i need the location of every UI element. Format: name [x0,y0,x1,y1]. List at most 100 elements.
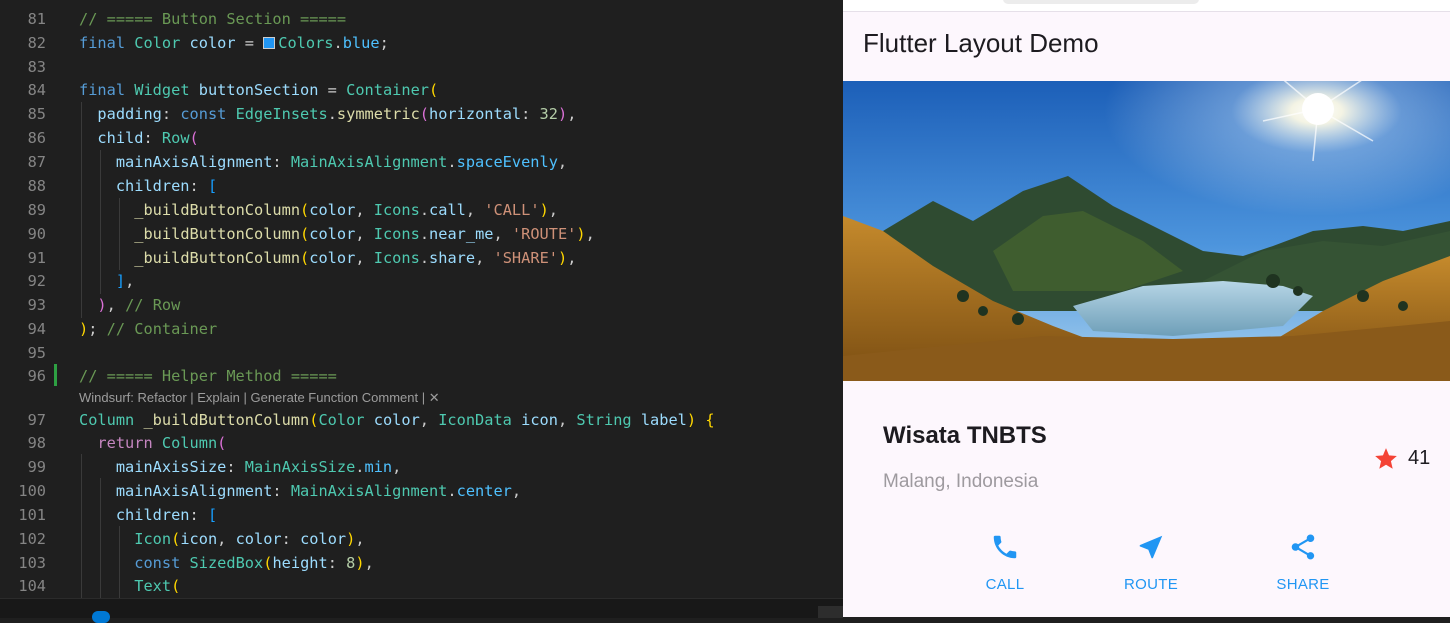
code-token: . [333,34,343,52]
code-line[interactable]: 94); // Container [0,317,843,341]
bottom-panel-tabs[interactable] [0,598,843,623]
code-token: ) [539,201,549,219]
code-token: , [493,225,512,243]
code-line[interactable]: 96 // ===== Helper Method ===== [0,364,843,388]
code-line[interactable]: 95 [0,341,843,365]
code-line[interactable]: 86 child: Row( [0,126,843,150]
code-token: const [134,554,190,572]
code-token: child [97,129,144,147]
line-number: 93 [27,296,46,314]
code-token: . [447,153,457,171]
route-button[interactable]: ROUTE [1096,532,1206,593]
line-number: 96 [27,367,46,385]
code-line[interactable]: 100 mainAxisAlignment: MainAxisAlignment… [0,479,843,503]
line-number: 94 [27,320,46,338]
code-token: Container [346,81,429,99]
panel-button[interactable] [818,606,843,618]
line-code: mainAxisSize: MainAxisSize.min, [79,455,402,479]
code-token: ( [419,105,430,123]
line-code: // ===== Button Section ===== [79,7,346,31]
code-token: Colors [278,34,334,52]
code-line[interactable]: 104 Text( [0,574,843,598]
code-line[interactable]: 89 _buildButtonColumn(color, Icons.call,… [0,198,843,222]
code-line[interactable]: 99 mainAxisSize: MainAxisSize.min, [0,455,843,479]
code-line[interactable]: 84 final Widget buttonSection = Container… [0,78,843,102]
code-token: Column [79,411,144,429]
line-code: const SizedBox(height: 8), [79,551,374,575]
code-token: mainAxisAlignment [115,153,273,171]
line-number: 102 [18,530,46,548]
code-line[interactable]: 98 return Column( [0,431,843,455]
code-token: 8 [346,554,356,572]
code-token: symmetric [336,105,420,123]
code-token: Row [161,129,190,147]
code-token: 'ROUTE' [511,225,577,243]
code-token: , [475,249,494,267]
code-token: label [640,411,687,429]
code-line[interactable]: 102 Icon(icon, color: color), [0,527,843,551]
code-token: , [392,458,402,476]
code-line[interactable]: 103 const SizedBox(height: 8), [0,551,843,575]
code-editor[interactable]: 81 // ===== Button Section ===== 82 final C… [0,0,843,598]
code-line[interactable]: 93 ), // Row [0,293,843,317]
code-token: ; [88,320,107,338]
code-line[interactable]: 85 padding: const EdgeInsets.symmetric(h… [0,102,843,126]
line-code: _buildButtonColumn(color, Icons.share, '… [79,246,576,270]
code-token: children [115,177,190,195]
code-line[interactable]: 90 _buildButtonColumn(color, Icons.near_… [0,222,843,246]
code-token: . [327,105,337,123]
code-token: : [226,458,245,476]
code-token: ) [686,411,697,429]
line-number: 89 [27,201,46,219]
line-code: // ===== Helper Method ===== [79,364,337,388]
line-number: 90 [27,225,46,243]
code-token: color [309,249,356,267]
code-line[interactable]: 92 ], [0,269,843,293]
code-token: spaceEvenly [456,153,558,171]
code-token: = [235,34,264,52]
code-token: { [705,411,715,429]
call-button[interactable]: CALL [950,532,1060,593]
place-name: Wisata TNBTS [883,422,1047,449]
code-line[interactable]: 81 // ===== Button Section ===== [0,7,843,31]
code-line[interactable]: 101 children: [ [0,503,843,527]
line-code: _buildButtonColumn(color, Icons.call, 'C… [79,198,558,222]
code-line[interactable]: 87 mainAxisAlignment: MainAxisAlignment.… [0,150,843,174]
line-number: 83 [27,58,46,76]
indent-guide [81,102,82,318]
code-token: // ===== Helper Method ===== [79,367,337,385]
code-token: ; [379,34,389,52]
code-token: 'CALL' [484,201,540,219]
code-token: ) [346,530,356,548]
code-token: : [189,177,208,195]
code-token: , [567,105,577,123]
code-token: [ [207,177,218,195]
code-line[interactable]: 83 [0,55,843,79]
code-line[interactable]: 82 final Color color = Colors.blue; [0,31,843,55]
code-token: min [364,458,393,476]
code-token: IconData [438,411,522,429]
line-number: 84 [27,81,46,99]
code-token: icon [180,530,218,548]
line-number: 81 [27,10,46,28]
code-line[interactable]: 91 _buildButtonColumn(color, Icons.share… [0,246,843,270]
code-token: height [272,554,328,572]
codelens-actions[interactable]: Windsurf: Refactor | Explain | Generate … [79,388,440,408]
code-token: . [419,225,430,243]
code-line[interactable]: 97 Column _buildButtonColumn(Color color,… [0,408,843,432]
color-swatch[interactable] [263,37,276,49]
code-token: , [355,249,374,267]
star-icon[interactable] [1373,446,1399,472]
code-token: , [355,530,365,548]
indent-guide [100,478,101,598]
code-line[interactable]: 88 children: [ [0,174,843,198]
code-token: . [355,458,365,476]
code-token: // ===== Button Section ===== [79,10,347,28]
code-token: _buildButtonColumn [134,225,301,243]
share-button[interactable]: SHARE [1248,532,1358,593]
favorite-count: 41 [1408,447,1431,469]
app-bar-title: Flutter Layout Demo [863,28,1099,58]
